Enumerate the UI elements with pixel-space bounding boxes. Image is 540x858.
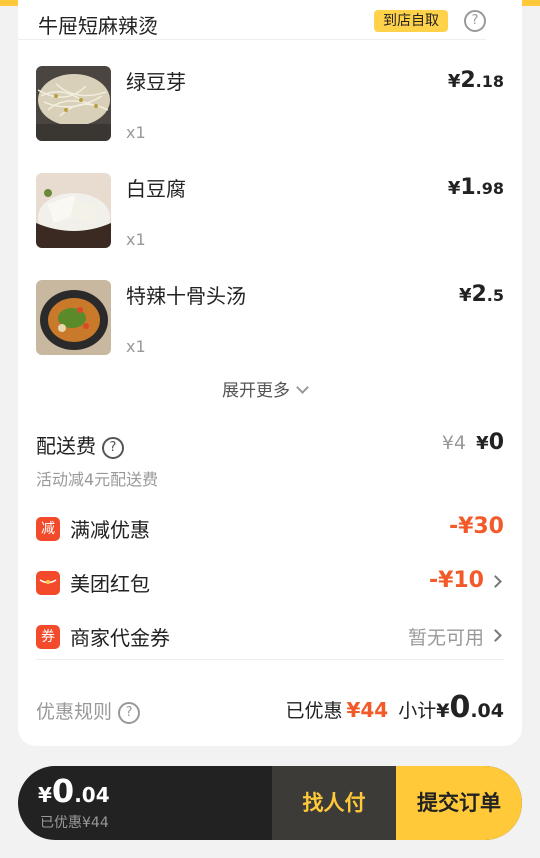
discount-rules-label: 优惠规则 xyxy=(36,701,113,723)
item-qty: x1 xyxy=(126,337,146,356)
rules-help-icon[interactable]: ? xyxy=(118,702,141,724)
order-summary: 已优惠 ¥44 小计¥0.04 xyxy=(285,690,504,725)
delivery-fee-row: 配送费? ¥4 ¥0 xyxy=(36,430,504,460)
full-reduction-label: 满减优惠 xyxy=(70,518,150,542)
bean-sprouts-photo-icon xyxy=(36,66,111,141)
reduction-badge-icon: 减 xyxy=(36,517,60,541)
delivery-fee-label: 配送费 xyxy=(36,434,96,458)
discount-rules[interactable]: 优惠规则? xyxy=(36,697,141,724)
bar-total-int: 0 xyxy=(51,772,75,810)
store-help-icon[interactable]: ? xyxy=(464,10,486,32)
delivery-fee-note: 活动减4元配送费 xyxy=(36,470,159,489)
delivery-fee-original: ¥4 xyxy=(441,432,466,454)
red-packet-label: 美团红包 xyxy=(70,572,150,596)
voucher-badge-icon: 券 xyxy=(36,625,60,649)
red-packet-icon xyxy=(36,571,60,595)
subtotal-int: 0 xyxy=(449,690,471,725)
pickup-tag[interactable]: 到店自取 xyxy=(374,10,448,32)
saved-label: 已优惠 xyxy=(285,700,343,722)
saved-value: ¥44 xyxy=(346,698,389,722)
tofu-photo-icon xyxy=(36,173,111,248)
subtotal-yen: ¥ xyxy=(436,700,450,722)
item-price: ¥2.18 xyxy=(447,68,504,93)
bar-total: ¥0.04 xyxy=(38,772,110,810)
subtotal-label: 小计 xyxy=(398,700,437,722)
red-packet-row[interactable]: 美团红包 -¥10 xyxy=(36,568,504,598)
pay-by-friend-button[interactable]: 找人付 xyxy=(272,766,396,840)
item-name: 白豆腐 xyxy=(126,177,186,201)
bar-saved-text: 已优惠¥44 xyxy=(40,815,109,831)
item-qty: x1 xyxy=(126,123,146,142)
merchant-voucher-value: 暂无可用 xyxy=(407,627,484,649)
expand-more-button[interactable]: 展开更多 xyxy=(222,376,309,401)
divider xyxy=(36,659,504,660)
item-price: ¥2.5 xyxy=(458,282,504,307)
item-price: ¥1.98 xyxy=(447,175,504,200)
merchant-voucher-row[interactable]: 券 商家代金券 暂无可用 xyxy=(36,622,504,652)
list-item: 特辣十骨头汤 x1 ¥2.5 xyxy=(36,280,504,356)
item-qty: x1 xyxy=(126,230,146,249)
delivery-fee-now: ¥0 xyxy=(476,430,504,455)
item-name: 特辣十骨头汤 xyxy=(126,284,246,308)
chevron-right-icon xyxy=(489,575,502,588)
expand-more-label: 展开更多 xyxy=(222,381,290,401)
subtotal-dec: .04 xyxy=(470,700,504,722)
red-packet-value: -¥10 xyxy=(428,568,484,593)
merchant-voucher-label: 商家代金券 xyxy=(70,626,170,650)
list-item: 白豆腐 x1 ¥1.98 xyxy=(36,173,504,249)
store-name: 牛屉短麻辣烫 xyxy=(38,14,158,38)
checkout-bar: ¥0.04 已优惠¥44 找人付 提交订单 xyxy=(18,766,522,840)
item-name: 绿豆芽 xyxy=(126,70,186,94)
store-header: 牛屉短麻辣烫 到店自取 ? xyxy=(18,0,486,40)
submit-order-button[interactable]: 提交订单 xyxy=(396,766,522,840)
list-item: 绿豆芽 x1 ¥2.18 xyxy=(36,66,504,142)
chevron-right-icon xyxy=(489,629,502,642)
full-reduction-value: -¥30 xyxy=(448,514,504,539)
delivery-help-icon[interactable]: ? xyxy=(102,437,124,459)
bar-total-yen: ¥ xyxy=(38,783,52,807)
bone-soup-photo-icon xyxy=(36,280,111,355)
full-reduction-row: 减 满减优惠 -¥30 xyxy=(36,514,504,544)
chevron-down-icon xyxy=(296,381,309,394)
bar-total-dec: .04 xyxy=(74,783,110,807)
